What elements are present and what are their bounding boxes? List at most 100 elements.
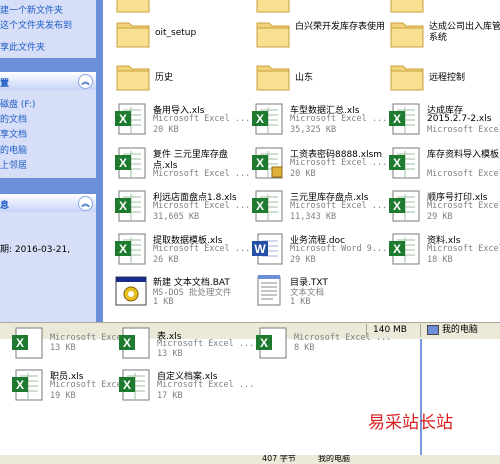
- file-size: 13 KB: [50, 343, 76, 353]
- file-item[interactable]: X 职员.xls Microsoft Excel ... 19 KB: [10, 367, 147, 403]
- svg-text:W: W: [254, 242, 266, 256]
- file-type: Microsoft Excel ...: [157, 339, 255, 349]
- file-item[interactable]: X 车型数据汇总.xls Microsoft Excel ... 35,325 …: [250, 101, 388, 137]
- bottom-side-panel: [420, 339, 500, 464]
- excel-icon: X: [389, 103, 420, 135]
- file-item[interactable]: X 备用导入.xls Microsoft Excel ... 20 KB: [113, 101, 251, 137]
- place-my-computer[interactable]: 的电脑: [0, 143, 27, 156]
- file-size: 17 KB: [157, 391, 183, 401]
- svg-text:X: X: [393, 242, 401, 256]
- file-tasks-panel: 建一个新文件夹 这个文件夹发布到 享此文件夹: [0, 0, 96, 58]
- excel-icon: X: [389, 147, 420, 179]
- file-item[interactable]: X 资料.xls Microsoft Excel ... 18 KB: [387, 231, 500, 267]
- details-title: 息: [0, 201, 10, 211]
- place-disk-f[interactable]: 磁盘 (F:): [0, 97, 35, 110]
- folder-item[interactable]: 达成公司出入库管系统: [389, 15, 500, 51]
- file-item[interactable]: 新建 文本文档.BAT MS-DOS 批处理文件 1 KB: [113, 273, 251, 309]
- other-places-header[interactable]: 置 ︽: [0, 72, 96, 90]
- folder-name: 历史: [155, 73, 174, 83]
- bottom-status-bar: 407 字节 我的电脑: [0, 455, 500, 464]
- details-header[interactable]: 息 ︽: [0, 194, 96, 212]
- place-shared-documents[interactable]: 享文档: [0, 127, 27, 140]
- file-size: 19 KB: [50, 391, 76, 401]
- folder-icon: [256, 0, 290, 13]
- folder-icon: [116, 0, 150, 13]
- excel-icon: X: [119, 327, 150, 359]
- svg-text:X: X: [393, 112, 401, 126]
- svg-text:X: X: [123, 378, 131, 392]
- place-my-documents[interactable]: 的文档: [0, 112, 27, 125]
- svg-text:X: X: [393, 156, 401, 170]
- collapse-chevron-icon[interactable]: ︽: [78, 196, 93, 211]
- svg-text:X: X: [256, 112, 264, 126]
- folder-icon: [256, 22, 290, 48]
- file-item[interactable]: X Microsoft Excel ... 13 KB: [10, 327, 147, 363]
- file-item[interactable]: X 复件 三元里库存盘 点.xls Microsoft Excel ...: [113, 145, 251, 181]
- excel-icon: X: [12, 327, 43, 359]
- folder-item[interactable]: 历史: [115, 58, 245, 94]
- file-type: Microsoft Excel ...: [427, 244, 500, 254]
- details-date: 期: 2016-03-21,: [0, 245, 71, 255]
- folder-item[interactable]: 远程控制: [389, 58, 499, 94]
- svg-text:X: X: [16, 378, 24, 392]
- file-size: 20 KB: [290, 169, 316, 179]
- folder-name: 达成公司出入库管系统: [429, 22, 500, 43]
- svg-text:X: X: [393, 199, 401, 213]
- file-item[interactable]: X 达成库存 2015.2.7-2.xls Microsoft Excel ..…: [387, 101, 500, 137]
- computer-icon: [427, 324, 439, 335]
- file-type: Microsoft Excel ...: [427, 125, 500, 135]
- other-places-panel: 磁盘 (F:) 的文档 享文档 的电脑 上邻居: [0, 90, 96, 178]
- excel-icon: X: [389, 233, 420, 265]
- folder-item[interactable]: oit_setup: [115, 15, 245, 51]
- file-name: 库存资料导入模板: [427, 150, 500, 160]
- file-size: 1 KB: [153, 297, 174, 307]
- file-item[interactable]: X 库存资料导入模板 Microsoft Excel ...: [387, 145, 500, 181]
- file-item[interactable]: X 工资表密码8888.xlsm Microsoft Excel ... 20 …: [250, 145, 388, 181]
- file-type: Microsoft Excel ...: [290, 158, 388, 168]
- svg-text:X: X: [123, 336, 131, 350]
- details-panel: 期: 2016-03-21,: [0, 212, 96, 322]
- file-size: 29 KB: [290, 255, 316, 265]
- file-size: 13 KB: [157, 349, 183, 359]
- file-type: Microsoft Excel ...: [153, 114, 251, 124]
- folder-item[interactable]: 白兴荣开发库存表使用: [255, 15, 385, 51]
- excel-icon: X: [12, 369, 43, 401]
- file-item[interactable]: X 利远店面盘点1.8.xls Microsoft Excel ... 31,6…: [113, 188, 251, 224]
- file-name-line2: 2015.2.7-2.xls: [427, 114, 492, 124]
- file-type: Microsoft Excel ...: [290, 114, 388, 124]
- file-item[interactable]: X 提取数据模板.xls Microsoft Excel ... 26 KB: [113, 231, 251, 267]
- file-item[interactable]: X 自定义档案.xls Microsoft Excel ... 17 KB: [117, 367, 257, 403]
- folder-item[interactable]: 山东: [255, 58, 385, 94]
- svg-text:X: X: [256, 156, 264, 170]
- file-size: 1 KB: [290, 297, 311, 307]
- file-type: Microsoft Excel ...: [153, 201, 251, 211]
- file-size: 8 KB: [294, 343, 315, 353]
- file-item[interactable]: 目录.TXT 文本文档 1 KB: [250, 273, 388, 309]
- svg-text:X: X: [119, 242, 127, 256]
- file-type: Microsoft Excel ...: [153, 169, 251, 179]
- other-places-title: 置: [0, 79, 10, 89]
- file-size: 20 KB: [153, 125, 179, 135]
- folder-icon: [116, 65, 150, 91]
- task-pane: 建一个新文件夹 这个文件夹发布到 享此文件夹 置 ︽ 磁盘 (F:) 的文档 享…: [0, 0, 103, 322]
- excel-icon: X: [252, 190, 283, 222]
- file-item[interactable]: X 三元里库存盘点.xls Microsoft Excel ... 11,343…: [250, 188, 388, 224]
- file-size: 26 KB: [153, 255, 179, 265]
- file-item[interactable]: X 顺序号打印.xls Microsoft Excel ... 29 KB: [387, 188, 500, 224]
- task-share-folder[interactable]: 享此文件夹: [0, 40, 45, 53]
- excel-icon: X: [119, 369, 150, 401]
- bottom-status-size: 407 字节: [262, 455, 296, 463]
- collapse-chevron-icon[interactable]: ︽: [78, 74, 93, 89]
- excel-icon: X: [115, 233, 146, 265]
- file-item[interactable]: X Microsoft Excel ... 8 KB: [254, 327, 394, 363]
- task-new-folder[interactable]: 建一个新文件夹: [0, 3, 63, 16]
- folder-name: 远程控制: [429, 73, 466, 83]
- file-type: Microsoft Excel ...: [294, 333, 392, 343]
- folder-name: 白兴荣开发库存表使用: [295, 22, 386, 32]
- word-icon: W: [252, 233, 283, 265]
- file-item[interactable]: W 业务流程.doc Microsoft Word 9... 29 KB: [250, 231, 388, 267]
- file-item[interactable]: X 表.xls Microsoft Excel ... 13 KB: [117, 327, 257, 363]
- task-publish-folder[interactable]: 这个文件夹发布到: [0, 18, 72, 31]
- file-size: 11,343 KB: [290, 212, 337, 222]
- place-network[interactable]: 上邻居: [0, 158, 27, 171]
